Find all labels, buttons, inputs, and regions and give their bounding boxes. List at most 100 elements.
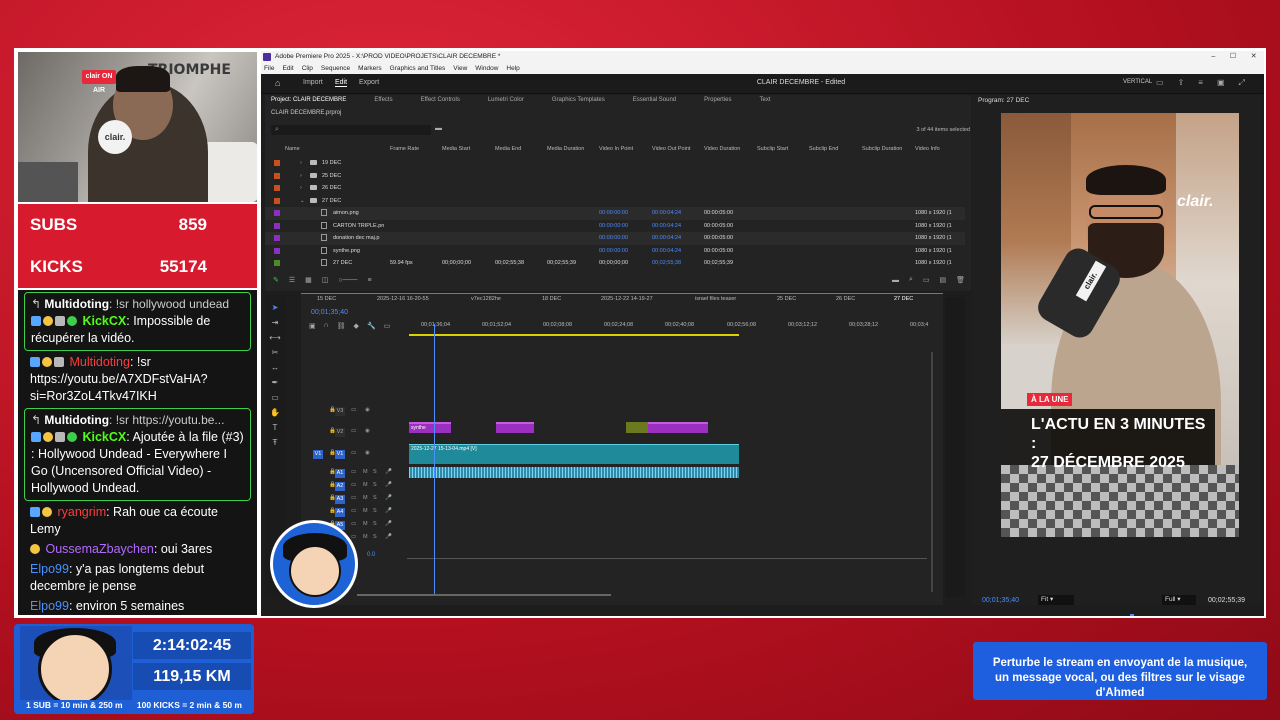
program-timecode[interactable]: 00;01;35;40 [982,597,1019,604]
menu-view[interactable]: View [453,63,467,74]
col-video-info[interactable]: Video Info [915,146,940,152]
track-name[interactable]: A4 [335,508,345,517]
vertical-type-icon[interactable]: Ŧ [273,438,278,447]
chat-username[interactable]: Elpo99 [30,599,69,613]
col-subclip-duration[interactable]: Subclip Duration [862,146,902,152]
solo-button[interactable]: S [373,495,377,501]
chevron-down-icon[interactable]: ⌄ [300,198,305,204]
slip-icon[interactable]: ↔ [271,363,279,372]
tab-essential-sound[interactable]: Essential Sound [627,95,698,106]
list-view-icon[interactable]: ☰ [289,276,295,284]
chat-username[interactable]: OussemaZbaychen [45,542,153,556]
clip-v1-main[interactable]: 2025-12-27 15-13-04.mp4 [V] [409,444,739,464]
list-item[interactable]: › 19 DEC [265,157,965,170]
sequence-tab[interactable]: v7ec1282he [471,296,501,302]
track-name[interactable]: V3 [335,407,345,416]
list-item[interactable]: CARTON TRIPLE.pn 00:00:00:00 00:00:04:24… [265,220,965,233]
menu-sequence[interactable]: Sequence [321,63,350,74]
work-area-bar[interactable] [409,334,739,336]
add-marker-icon[interactable]: ◆ [354,322,359,332]
clip-a1-audio[interactable] [409,467,739,478]
time-ruler[interactable]: 00;01;36;04 00;01;52;04 00;02;08;08 00;0… [409,320,933,334]
chat-username[interactable]: Elpo99 [30,562,69,576]
menu-help[interactable]: Help [506,63,519,74]
eye-icon[interactable]: ◉ [365,428,370,434]
col-subclip-end[interactable]: Subclip End [809,146,838,152]
list-item[interactable]: ⌄ 27 DEC [265,195,965,208]
timeline-vertical-scrollbar[interactable] [931,352,933,592]
sync-lock-icon[interactable]: ▭ [351,521,356,527]
automate-icon[interactable]: ▬ [892,277,899,284]
folder-icon[interactable]: ▬ [435,125,442,132]
solo-button[interactable]: S [373,469,377,475]
pen-icon[interactable]: ✎ [273,276,279,284]
menu-window[interactable]: Window [475,63,498,74]
solo-button[interactable]: S [373,508,377,514]
solo-button[interactable]: S [373,482,377,488]
sequence-tab[interactable]: 18 DEC [542,296,561,302]
mute-button[interactable]: M [363,482,368,488]
chevron-right-icon[interactable]: › [300,160,302,166]
list-item[interactable]: › 25 DEC [265,170,965,183]
chat-username[interactable]: KickCX [82,314,126,328]
menu-edit[interactable]: Edit [282,63,293,74]
timeline-horizontal-scrollbar[interactable] [357,594,611,596]
linked-selection-icon[interactable]: ⛓ [337,322,346,332]
captions-icon[interactable]: ▭ [384,322,391,332]
new-bin-icon[interactable]: ▭ [923,276,930,284]
rectangle-tool-icon[interactable]: ▭ [271,393,279,402]
tab-effect-controls[interactable]: Effect Controls [415,95,482,106]
col-video-out[interactable]: Video Out Point [652,146,690,152]
hand-tool-icon[interactable]: ✋ [270,408,280,417]
menu-icon[interactable]: ≡ [1198,78,1203,88]
track-name[interactable]: A3 [335,495,345,504]
sequence-tab-active[interactable]: 27 DEC [894,296,913,302]
zoom-slider[interactable]: ○─── [338,277,357,284]
chat-username[interactable]: KickCX [82,430,126,444]
list-item[interactable]: aimon.png 00:00:00:00 00:00:04:24 00:00:… [265,207,965,220]
selection-tool-icon[interactable]: ➤ [272,303,279,312]
tab-text[interactable]: Text [754,95,793,106]
chevron-right-icon[interactable]: › [300,185,302,191]
zoom-select[interactable]: Fit ▾ [1038,595,1074,605]
eye-icon[interactable]: ◉ [365,407,370,413]
list-item[interactable]: 27 DEC 59.94 fps 00;00;00;00 00;02;55;38… [265,257,965,270]
col-media-duration[interactable]: Media Duration [547,146,584,152]
menu-markers[interactable]: Markers [358,63,381,74]
tab-lumetri[interactable]: Lumetri Color [482,95,546,106]
solo-button[interactable]: S [373,534,377,540]
col-name[interactable]: Name [285,146,300,152]
sort-icon[interactable]: ≡ [368,277,372,284]
eye-icon[interactable]: ◉ [365,450,370,456]
minimize-button[interactable]: – [1211,51,1215,63]
wrench-icon[interactable]: 🔧 [367,322,376,332]
razor-icon[interactable]: ✂ [272,348,279,357]
menu-graphics[interactable]: Graphics and Titles [390,63,446,74]
col-subclip-start[interactable]: Subclip Start [757,146,788,152]
workspace-icon[interactable]: ▭ [1156,78,1164,88]
mic-icon[interactable]: 🎤 [385,508,392,514]
mic-icon[interactable]: 🎤 [385,521,392,527]
source-patch[interactable]: V1 [313,450,323,459]
menu-clip[interactable]: Clip [302,63,313,74]
panel-icon[interactable]: ▣ [1217,78,1225,88]
icon-view-icon[interactable]: ▦ [305,276,312,284]
tab-edit[interactable]: Edit [335,79,348,87]
timeline-playhead[interactable] [434,324,435,594]
sequence-tab[interactable]: 2025-12-16 16-20-55 [377,296,429,302]
trash-icon[interactable]: 🗑 [956,276,965,284]
mute-button[interactable]: M [363,495,368,501]
sync-lock-icon[interactable]: ▭ [351,450,356,456]
new-item-icon[interactable]: ▤ [939,276,946,284]
tab-export[interactable]: Export [359,79,379,86]
menu-file[interactable]: File [264,63,274,74]
sync-lock-icon[interactable]: ▭ [351,469,356,475]
sync-lock-icon[interactable]: ▭ [351,407,356,413]
freeform-view-icon[interactable]: ◫ [322,276,329,284]
timeline-timecode[interactable]: 00;01;35;40 [311,309,348,316]
list-item[interactable]: donation dec maj.p 00:00:00:00 00:00:04:… [265,232,965,245]
quality-select[interactable]: Full ▾ [1162,595,1196,605]
chevron-right-icon[interactable]: › [300,173,302,179]
track-name[interactable]: V1 [335,450,345,459]
snap-icon[interactable]: ∩ [324,322,329,332]
